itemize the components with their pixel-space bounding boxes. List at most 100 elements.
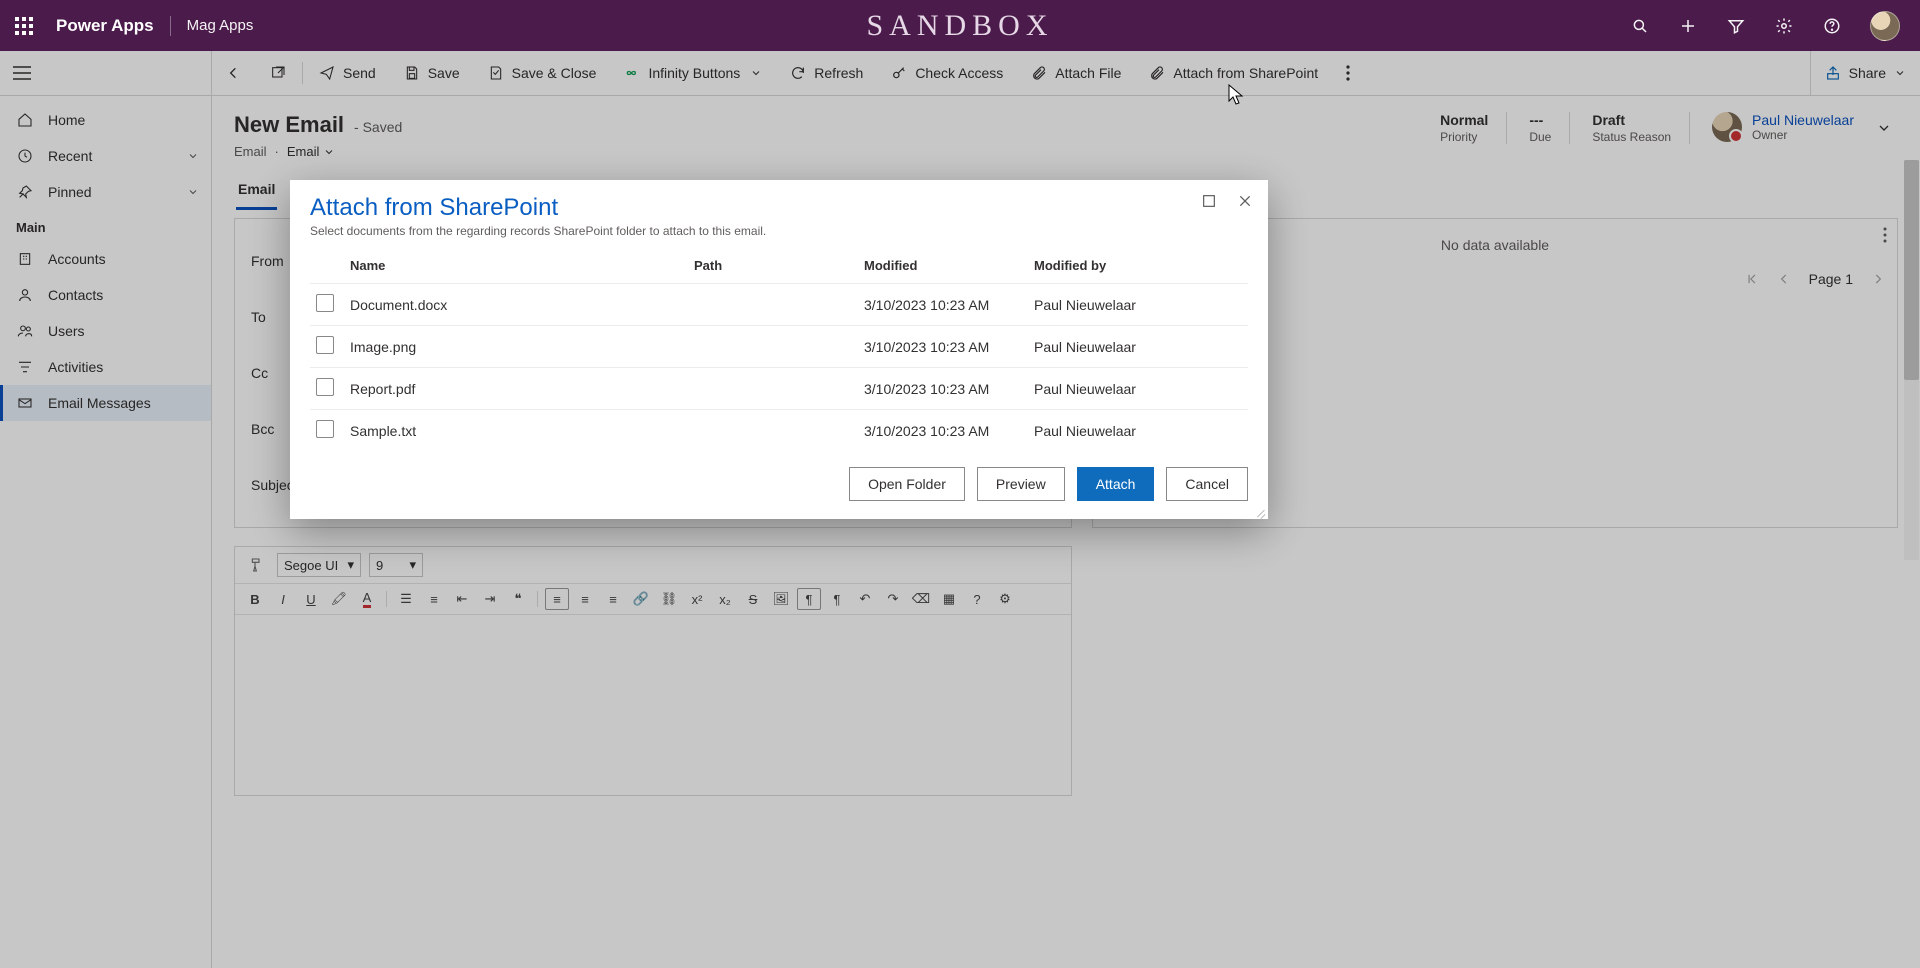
file-row[interactable]: Document.docx3/10/2023 10:23 AMPaul Nieu… xyxy=(310,284,1248,326)
resize-grip[interactable] xyxy=(1254,505,1266,517)
app-launcher-button[interactable] xyxy=(0,0,48,51)
paperclip-icon xyxy=(1149,65,1165,81)
back-button[interactable] xyxy=(212,51,256,95)
owner-avatar[interactable] xyxy=(1712,112,1742,142)
font-color-icon[interactable]: A xyxy=(355,588,379,610)
cmd-attach-file[interactable]: Attach File xyxy=(1017,51,1135,95)
nav-pinned[interactable]: Pinned xyxy=(0,174,211,210)
undo-icon[interactable]: ↶ xyxy=(853,588,877,610)
fullscreen-icon[interactable] xyxy=(1198,190,1220,212)
col-name[interactable]: Name xyxy=(344,250,688,284)
editor-canvas[interactable] xyxy=(235,615,1071,795)
sidebar-item-email-messages[interactable]: Email Messages xyxy=(0,385,211,421)
sidebar-item-activities[interactable]: Activities xyxy=(0,349,211,385)
bullets-icon[interactable]: ☰ xyxy=(394,588,418,610)
cmd-check-access[interactable]: Check Access xyxy=(877,51,1017,95)
align-left-icon[interactable]: ≡ xyxy=(545,588,569,610)
prev-page-icon[interactable] xyxy=(1777,272,1791,286)
editor-settings-icon[interactable]: ⚙ xyxy=(993,588,1017,610)
share-button[interactable]: Share xyxy=(1810,51,1920,95)
editor-help-icon[interactable]: ? xyxy=(965,588,989,610)
sidebar-item-users[interactable]: Users xyxy=(0,313,211,349)
image-icon[interactable]: 🖼 xyxy=(769,588,793,610)
cmd-send[interactable]: Send xyxy=(305,51,390,95)
attach-button[interactable]: Attach xyxy=(1077,467,1155,501)
link-icon[interactable]: 🔗 xyxy=(629,588,653,610)
cell-path xyxy=(688,410,858,452)
nav-label: Recent xyxy=(48,148,92,164)
cell-modified-by: Paul Nieuwelaar xyxy=(1028,284,1248,326)
align-right-icon[interactable]: ≡ xyxy=(601,588,625,610)
nav-home[interactable]: Home xyxy=(0,102,211,138)
table-icon[interactable]: ▦ xyxy=(937,588,961,610)
cmd-overflow[interactable] xyxy=(1332,51,1364,95)
env-name[interactable]: Mag Apps xyxy=(187,17,254,34)
italic-icon[interactable]: I xyxy=(271,588,295,610)
clear-icon[interactable]: ⌫ xyxy=(909,588,933,610)
file-row[interactable]: Report.pdf3/10/2023 10:23 AMPaul Nieuwel… xyxy=(310,368,1248,410)
rtl-icon[interactable]: ¶ xyxy=(825,588,849,610)
file-row[interactable]: Sample.txt3/10/2023 10:23 AMPaul Nieuwel… xyxy=(310,410,1248,452)
align-center-icon[interactable]: ≡ xyxy=(573,588,597,610)
scrollbar[interactable] xyxy=(1904,160,1919,560)
cmd-save[interactable]: Save xyxy=(390,51,474,95)
open-folder-button[interactable]: Open Folder xyxy=(849,467,965,501)
unlink-icon[interactable]: ⛓ xyxy=(657,588,681,610)
attach-sharepoint-dialog: Attach from SharePoint Select documents … xyxy=(290,180,1268,519)
highlight-icon[interactable]: 🖍 xyxy=(327,588,351,610)
col-modified[interactable]: Modified xyxy=(858,250,1028,284)
bold-icon[interactable]: B xyxy=(243,588,267,610)
col-path[interactable]: Path xyxy=(688,250,858,284)
cell-modified: 3/10/2023 10:23 AM xyxy=(858,284,1028,326)
plus-icon[interactable] xyxy=(1678,16,1698,36)
font-select[interactable]: Segoe UI▾ xyxy=(277,553,361,577)
col-modified-by[interactable]: Modified by xyxy=(1028,250,1248,284)
redo-icon[interactable]: ↷ xyxy=(881,588,905,610)
site-map-toggle[interactable] xyxy=(0,51,44,95)
filter-icon[interactable] xyxy=(1726,16,1746,36)
font-size-select[interactable]: 9▾ xyxy=(369,553,423,577)
help-icon[interactable] xyxy=(1822,16,1842,36)
next-page-icon[interactable] xyxy=(1871,272,1885,286)
first-page-icon[interactable] xyxy=(1745,272,1759,286)
search-icon[interactable] xyxy=(1630,16,1650,36)
outdent-icon[interactable]: ⇤ xyxy=(450,588,474,610)
cmd-refresh[interactable]: Refresh xyxy=(776,51,877,95)
underline-icon[interactable]: U xyxy=(299,588,323,610)
row-checkbox[interactable] xyxy=(316,294,334,312)
cmd-save-close[interactable]: Save & Close xyxy=(474,51,611,95)
owner-role: Owner xyxy=(1752,128,1854,142)
nav-label: Home xyxy=(48,112,85,128)
row-checkbox[interactable] xyxy=(316,378,334,396)
crumb-entity[interactable]: Email xyxy=(234,144,267,159)
cmd-infinity[interactable]: Infinity Buttons xyxy=(610,51,776,95)
quote-icon[interactable]: ❝ xyxy=(506,588,530,610)
crumb-form[interactable]: Email xyxy=(287,144,336,159)
header-expand-toggle[interactable] xyxy=(1876,120,1892,136)
format-painter-icon[interactable] xyxy=(245,557,269,573)
chevron-down-icon xyxy=(187,186,199,198)
gear-icon[interactable] xyxy=(1774,16,1794,36)
subscript-icon[interactable]: x₂ xyxy=(713,588,737,610)
popout-button[interactable] xyxy=(256,51,300,95)
nav-recent[interactable]: Recent xyxy=(0,138,211,174)
file-row[interactable]: Image.png3/10/2023 10:23 AMPaul Nieuwela… xyxy=(310,326,1248,368)
preview-button[interactable]: Preview xyxy=(977,467,1065,501)
ltr-icon[interactable]: ¶ xyxy=(797,588,821,610)
owner-name[interactable]: Paul Nieuwelaar xyxy=(1752,112,1854,128)
sidebar-item-accounts[interactable]: Accounts xyxy=(0,241,211,277)
sidebar-item-contacts[interactable]: Contacts xyxy=(0,277,211,313)
indent-icon[interactable]: ⇥ xyxy=(478,588,502,610)
strike-icon[interactable]: S xyxy=(741,588,765,610)
numbered-icon[interactable]: ≡ xyxy=(422,588,446,610)
row-checkbox[interactable] xyxy=(316,336,334,354)
chevron-down-icon xyxy=(187,150,199,162)
brand-label[interactable]: Power Apps xyxy=(56,16,154,36)
user-avatar[interactable] xyxy=(1870,11,1900,41)
side-card-menu[interactable] xyxy=(1883,227,1887,243)
tab-email[interactable]: Email xyxy=(236,173,277,210)
superscript-icon[interactable]: x² xyxy=(685,588,709,610)
close-icon[interactable] xyxy=(1234,190,1256,212)
row-checkbox[interactable] xyxy=(316,420,334,438)
cancel-button[interactable]: Cancel xyxy=(1166,467,1248,501)
